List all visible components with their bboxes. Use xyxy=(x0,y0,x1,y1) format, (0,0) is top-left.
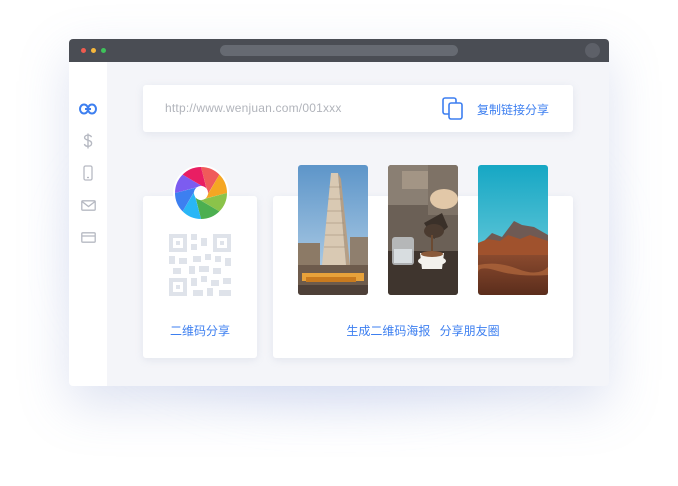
qr-share-label[interactable]: 二维码分享 xyxy=(143,322,257,339)
sidebar-item-payment[interactable] xyxy=(79,132,97,150)
generate-poster-button[interactable]: 生成二维码海报 xyxy=(346,324,430,338)
browser-window: http://www.wenjuan.com/001xxx 复制链接分享 二维码… xyxy=(69,39,609,386)
link-icon xyxy=(79,103,97,115)
coffee-pour-photo[interactable] xyxy=(388,165,458,295)
sidebar-item-card[interactable] xyxy=(79,228,97,246)
flatiron-building-photo[interactable] xyxy=(298,165,368,295)
mobile-icon xyxy=(83,165,93,181)
sidebar xyxy=(69,62,107,386)
poster-share-actions: 生成二维码海报 分享朋友圈 xyxy=(273,322,573,339)
sidebar-item-mail[interactable] xyxy=(79,196,97,214)
minimize-dot[interactable] xyxy=(91,48,96,53)
link-share-card: http://www.wenjuan.com/001xxx 复制链接分享 xyxy=(143,85,573,132)
card-icon xyxy=(80,231,96,243)
close-dot[interactable] xyxy=(81,48,86,53)
copy-icon[interactable] xyxy=(442,97,464,121)
sidebar-item-mobile[interactable] xyxy=(79,164,97,182)
sidebar-item-link[interactable] xyxy=(79,100,97,118)
qr-code[interactable] xyxy=(169,234,231,296)
aperture-logo-icon xyxy=(173,165,229,221)
dollar-icon xyxy=(83,133,93,149)
copy-link-button[interactable]: 复制链接分享 xyxy=(477,101,549,118)
title-bar xyxy=(69,39,609,62)
share-url[interactable]: http://www.wenjuan.com/001xxx xyxy=(165,101,342,115)
profile-avatar[interactable] xyxy=(585,43,600,58)
mail-icon xyxy=(80,199,96,211)
share-moments-button[interactable]: 分享朋友圈 xyxy=(440,324,500,338)
mountain-landscape-photo[interactable] xyxy=(478,165,548,295)
maximize-dot[interactable] xyxy=(101,48,106,53)
address-bar[interactable] xyxy=(220,45,458,56)
